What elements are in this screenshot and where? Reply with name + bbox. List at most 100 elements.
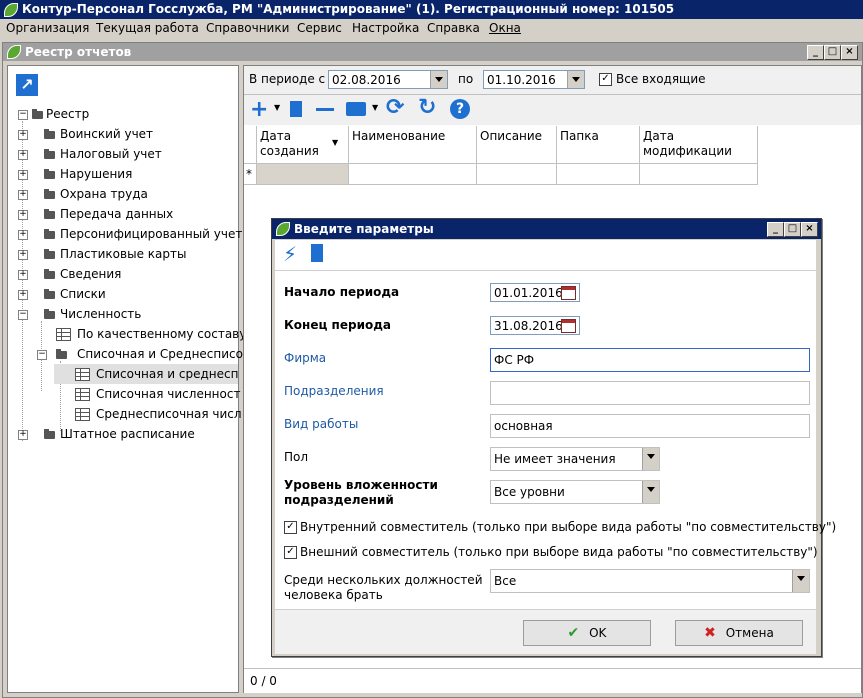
menu-current-work[interactable]: Текущая работа (96, 21, 199, 35)
gender-label: Пол (284, 450, 309, 464)
start-period-input[interactable]: 01.01.2016 (490, 283, 580, 302)
remove-icon[interactable] (316, 108, 334, 111)
col-folder[interactable]: Папка (557, 126, 640, 164)
help-icon[interactable]: ? (450, 99, 470, 119)
add-dropdown-icon[interactable]: ▼ (274, 103, 280, 112)
sync-icon[interactable]: ⟳ (386, 95, 404, 120)
departments-input[interactable] (490, 381, 810, 405)
table-icon (75, 408, 90, 421)
check-icon: ✔ (567, 625, 580, 641)
period-to-label: по (458, 72, 474, 86)
external-part-time-checkbox[interactable]: ✓ (284, 546, 297, 559)
calendar-icon[interactable] (561, 319, 576, 333)
folder-icon (44, 189, 55, 199)
cancel-button[interactable]: ✖ Отмена (675, 620, 803, 646)
dialog-leaf-icon (276, 222, 290, 236)
child-title-bar: Реестр отчетов _ □ × (3, 43, 862, 61)
print-dropdown-icon[interactable]: ▼ (372, 103, 378, 112)
app-leaf-icon (4, 3, 18, 17)
all-incoming-label: Все входящие (616, 72, 706, 86)
child-title: Реестр отчетов (25, 45, 132, 59)
dialog-maximize-button[interactable]: □ (784, 222, 801, 237)
menu-organization[interactable]: Организация (6, 21, 89, 35)
toolbar: + ▼ ▼ ⟳ ↻ ? (244, 95, 861, 125)
col-name[interactable]: Наименование (349, 126, 477, 164)
end-period-input[interactable]: 31.08.2016 (490, 316, 580, 335)
add-icon[interactable]: + (250, 97, 268, 122)
refresh-icon[interactable]: ↻ (418, 95, 436, 120)
copy-icon[interactable] (290, 101, 302, 117)
grid-cell[interactable] (477, 164, 557, 185)
menu-help[interactable]: Справка (427, 21, 480, 35)
folder-icon (44, 249, 55, 259)
menu-directories[interactable]: Справочники (206, 21, 289, 35)
firm-input[interactable]: ФС РФ (490, 348, 810, 372)
folder-icon (44, 169, 55, 179)
print-icon[interactable] (346, 102, 366, 116)
dialog-minimize-button[interactable]: _ (767, 222, 784, 237)
grid-cell[interactable] (257, 164, 349, 185)
grid-cell[interactable] (640, 164, 758, 185)
nesting-level-label-2: подразделений (284, 493, 394, 507)
table-icon (75, 368, 90, 381)
firm-label[interactable]: Фирма (284, 351, 326, 365)
exit-icon[interactable] (311, 244, 323, 262)
among-positions-select[interactable]: Все (490, 569, 810, 593)
period-from-select[interactable]: 02.08.2016 (328, 70, 448, 89)
col-description[interactable]: Описание (477, 126, 557, 164)
col-modified-date[interactable]: Дата модификации (640, 126, 758, 164)
folder-icon (44, 309, 55, 319)
registry-tree-panel: ↗ − Реестр + Воинский учет + Налоговый у… (7, 65, 246, 693)
nesting-level-select[interactable]: Все уровни (490, 480, 660, 504)
minimize-button[interactable]: _ (807, 45, 824, 60)
folder-icon (44, 149, 55, 159)
status-bar: 0 / 0 (244, 668, 861, 693)
nesting-level-label-1: Уровень вложенности (284, 478, 438, 492)
parameters-dialog: Введите параметры _ □ × ⚡ Начало периода… (271, 218, 836, 657)
table-icon (75, 388, 90, 401)
folder-icon (44, 269, 55, 279)
departments-label[interactable]: Подразделения (284, 384, 384, 398)
period-to-select[interactable]: 01.10.2016 (483, 70, 585, 89)
work-type-input[interactable]: основная (490, 414, 810, 438)
menu-service[interactable]: Сервис (297, 21, 342, 35)
dialog-toolbar: ⚡ (275, 240, 816, 271)
among-positions-label-2: человека брать (284, 588, 383, 602)
new-row-marker: * (244, 164, 257, 185)
external-part-time-label: Внешний совместитель (только при выборе … (300, 545, 818, 559)
app-title-bar: Контур-Персонал Госслужба, РМ "Администр… (0, 0, 863, 19)
dialog-title-bar: Введите параметры _ □ × (272, 219, 821, 239)
folder-icon (44, 429, 55, 439)
end-period-label: Конец периода (284, 318, 392, 332)
internal-part-time-label: Внутренний совместитель (только при выбо… (300, 520, 837, 534)
dialog-button-bar: ✔ OK ✖ Отмена (275, 609, 816, 654)
work-type-label[interactable]: Вид работы (284, 417, 358, 431)
start-period-label: Начало периода (284, 285, 400, 299)
maximize-button[interactable]: □ (824, 45, 841, 60)
ok-button[interactable]: ✔ OK (523, 620, 651, 646)
internal-part-time-checkbox[interactable]: ✓ (284, 521, 297, 534)
grid-cell[interactable] (349, 164, 477, 185)
menubar: Организация Текущая работа Справочники С… (0, 19, 863, 39)
gender-select[interactable]: Не имеет значения (490, 447, 660, 471)
all-incoming-checkbox[interactable]: ✓ (599, 73, 612, 86)
table-icon (56, 328, 71, 341)
app-title: Контур-Персонал Госслужба, РМ "Администр… (22, 2, 675, 16)
open-external-icon[interactable]: ↗ (16, 74, 38, 96)
folder-icon (44, 289, 55, 299)
menu-windows[interactable]: Окна (489, 21, 521, 35)
x-icon: ✖ (704, 625, 716, 641)
record-counter: 0 / 0 (250, 674, 277, 688)
dialog-form: Начало периода 01.01.2016 Конец периода … (275, 271, 836, 654)
tree-item-selected[interactable]: Списочная и среднесп (54, 364, 238, 384)
close-button[interactable]: × (841, 45, 858, 60)
dialog-close-button[interactable]: × (801, 222, 818, 237)
run-lightning-icon[interactable]: ⚡ (283, 242, 297, 266)
dialog-title: Введите параметры (294, 222, 434, 236)
calendar-icon[interactable] (561, 286, 576, 300)
menu-settings[interactable]: Настройка (352, 21, 419, 35)
sort-desc-icon: ▼ (332, 138, 339, 147)
folder-icon (44, 209, 55, 219)
grid-cell[interactable] (557, 164, 640, 185)
filter-bar: В периоде с 02.08.2016 по 01.10.2016 ✓ В… (244, 66, 861, 95)
